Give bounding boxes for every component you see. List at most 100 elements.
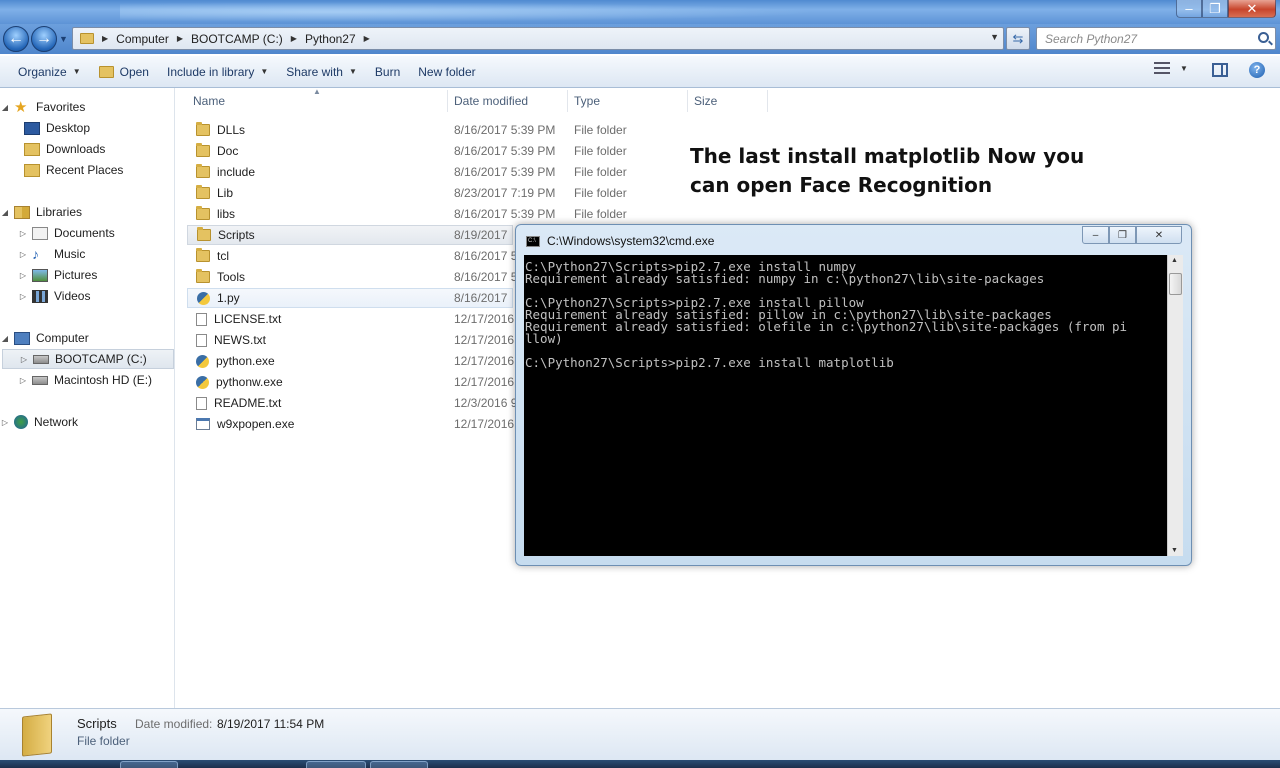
column-divider[interactable]	[767, 90, 768, 112]
address-row: ← → ▼ ▶ Computer ▶ BOOTCAMP (C:) ▶ Pytho…	[0, 24, 1280, 54]
open-button[interactable]: Open	[90, 59, 158, 85]
cmd-maximize-button[interactable]: ❐	[1109, 226, 1136, 244]
burn-button[interactable]: Burn	[366, 59, 409, 85]
expand-arrow-icon[interactable]: ◢	[0, 334, 10, 343]
share-with-button[interactable]: Share with ▼	[277, 59, 366, 85]
chevron-down-icon[interactable]: ▼	[990, 32, 999, 42]
taskbar-button[interactable]	[120, 761, 178, 768]
search-box[interactable]	[1036, 27, 1276, 50]
file-date-modified: 8/16/2017 5:39 PM	[454, 144, 556, 158]
chevron-right-icon[interactable]: ▶	[291, 34, 297, 43]
command-bar: Organize ▼ Open Include in library ▼ Share…	[0, 56, 1280, 88]
scroll-up-icon[interactable]: ▲	[1171, 257, 1178, 264]
sidebar-item-computer[interactable]: ◢ Computer	[0, 328, 89, 348]
chevron-right-icon[interactable]: ▶	[364, 34, 370, 43]
close-button[interactable]: ✕	[1228, 0, 1276, 18]
python-file-icon	[196, 354, 209, 368]
file-name: Tools	[217, 270, 246, 284]
organize-label: Organize	[18, 64, 67, 79]
sidebar-item-pictures[interactable]: ▷ Pictures	[18, 265, 97, 285]
minimize-button[interactable]: –	[1176, 0, 1202, 18]
sidebar-item-favorites[interactable]: ◢ ★ Favorites	[0, 97, 85, 117]
file-name: 1.py	[217, 291, 240, 305]
python-file-icon	[197, 291, 210, 305]
expand-arrow-icon[interactable]: ▷	[18, 229, 28, 238]
sidebar-item-macintosh-hd[interactable]: ▷ Macintosh HD (E:)	[18, 370, 152, 390]
details-item-type: File folder	[77, 734, 130, 748]
taskbar-button[interactable]	[306, 761, 366, 768]
change-view-button[interactable]: ▼	[1154, 62, 1188, 74]
expand-arrow-icon[interactable]: ◢	[0, 103, 10, 112]
maximize-button[interactable]: ❐	[1202, 0, 1228, 18]
sidebar-item-recent-places[interactable]: Recent Places	[20, 160, 123, 180]
console-output[interactable]: C:\Python27\Scripts>pip2.7.exe install n…	[524, 255, 1167, 556]
sidebar-item-bootcamp[interactable]: ▷ BOOTCAMP (C:)	[2, 349, 174, 369]
column-header-size[interactable]: Size	[694, 94, 717, 108]
cmd-minimize-button[interactable]: –	[1082, 226, 1109, 244]
music-icon: ♪	[32, 245, 39, 262]
vertical-scrollbar[interactable]: ▲ ▼	[1167, 255, 1183, 556]
sidebar-item-downloads[interactable]: Downloads	[20, 139, 105, 159]
file-date-modified: 12/17/2016	[454, 417, 515, 431]
folder-icon	[80, 33, 94, 44]
breadcrumb-python27[interactable]: Python27	[305, 32, 356, 46]
expand-arrow-icon[interactable]: ▷	[19, 355, 29, 364]
search-icon[interactable]	[1258, 32, 1269, 43]
recent-pages-dropdown-icon[interactable]: ▼	[59, 34, 68, 44]
chevron-right-icon[interactable]: ▶	[177, 34, 183, 43]
sidebar-item-music[interactable]: ▷ ♪ Music	[18, 244, 85, 264]
folder-icon	[196, 164, 210, 178]
window-title-bar: – ❐ ✕	[0, 0, 1280, 24]
sidebar-label: Pictures	[54, 268, 98, 282]
expand-arrow-icon[interactable]: ▷	[18, 292, 28, 301]
expand-arrow-icon[interactable]: ▷	[18, 376, 28, 385]
sidebar-item-network[interactable]: ▷ Network	[0, 412, 78, 432]
expand-arrow-icon[interactable]: ▷	[18, 271, 28, 280]
cmd-window[interactable]: C:\ C:\Windows\system32\cmd.exe – ❐ ✕ C:…	[515, 224, 1192, 566]
sort-ascending-icon: ▲	[313, 87, 321, 96]
search-input[interactable]	[1045, 31, 1255, 46]
include-in-library-button[interactable]: Include in library ▼	[158, 59, 277, 85]
folder-icon	[196, 269, 210, 283]
back-button[interactable]: ←	[3, 26, 29, 52]
expand-arrow-icon[interactable]: ◢	[0, 208, 10, 217]
breadcrumb-bootcamp[interactable]: BOOTCAMP (C:)	[191, 32, 283, 46]
chevron-right-icon[interactable]: ▶	[102, 34, 108, 43]
sidebar-item-desktop[interactable]: Desktop	[20, 118, 90, 138]
help-button[interactable]: ?	[1249, 62, 1265, 78]
column-divider[interactable]	[447, 90, 448, 112]
column-header-date-modified[interactable]: Date modified	[454, 94, 528, 108]
details-date-label: Date modified:	[135, 717, 213, 731]
scrollbar-thumb[interactable]	[1169, 273, 1182, 295]
scroll-down-icon[interactable]: ▼	[1171, 547, 1178, 554]
organize-button[interactable]: Organize ▼	[9, 59, 90, 85]
navigation-pane: ◢ ★ Favorites Desktop Downloads Recent P…	[0, 88, 175, 708]
taskbar-button[interactable]	[370, 761, 428, 768]
sidebar-item-videos[interactable]: ▷ Videos	[18, 286, 91, 306]
details-item-name: Scripts	[77, 716, 117, 731]
cmd-close-button[interactable]: ✕	[1136, 226, 1182, 244]
expand-arrow-icon[interactable]: ▷	[0, 418, 10, 427]
file-date-modified: 12/17/2016	[454, 312, 515, 326]
file-date-modified: 12/3/2016 9	[454, 396, 518, 410]
file-name: NEWS.txt	[214, 333, 267, 347]
column-headers: ▲ Name Date modified Type Size	[175, 87, 775, 113]
file-date-modified: 8/19/2017	[454, 228, 508, 242]
sidebar-item-documents[interactable]: ▷ Documents	[18, 223, 115, 243]
open-label: Open	[119, 64, 149, 79]
file-date-modified: 8/16/2017 5:39 PM	[454, 165, 556, 179]
forward-button[interactable]: →	[31, 26, 57, 52]
sidebar-item-libraries[interactable]: ◢ Libraries	[0, 202, 82, 222]
file-name: LICENSE.txt	[214, 312, 282, 326]
preview-pane-button[interactable]	[1212, 63, 1228, 77]
address-bar[interactable]: ▶ Computer ▶ BOOTCAMP (C:) ▶ Python27 ▶ …	[72, 27, 1004, 50]
breadcrumb-computer[interactable]: Computer	[116, 32, 169, 46]
chevron-down-icon: ▼	[260, 67, 269, 76]
new-folder-button[interactable]: New folder	[409, 59, 484, 85]
refresh-button[interactable]: ⇆	[1006, 27, 1030, 50]
column-divider[interactable]	[687, 90, 688, 112]
expand-arrow-icon[interactable]: ▷	[18, 250, 28, 259]
column-divider[interactable]	[567, 90, 568, 112]
column-header-name[interactable]: Name	[193, 94, 225, 108]
column-header-type[interactable]: Type	[574, 94, 600, 108]
